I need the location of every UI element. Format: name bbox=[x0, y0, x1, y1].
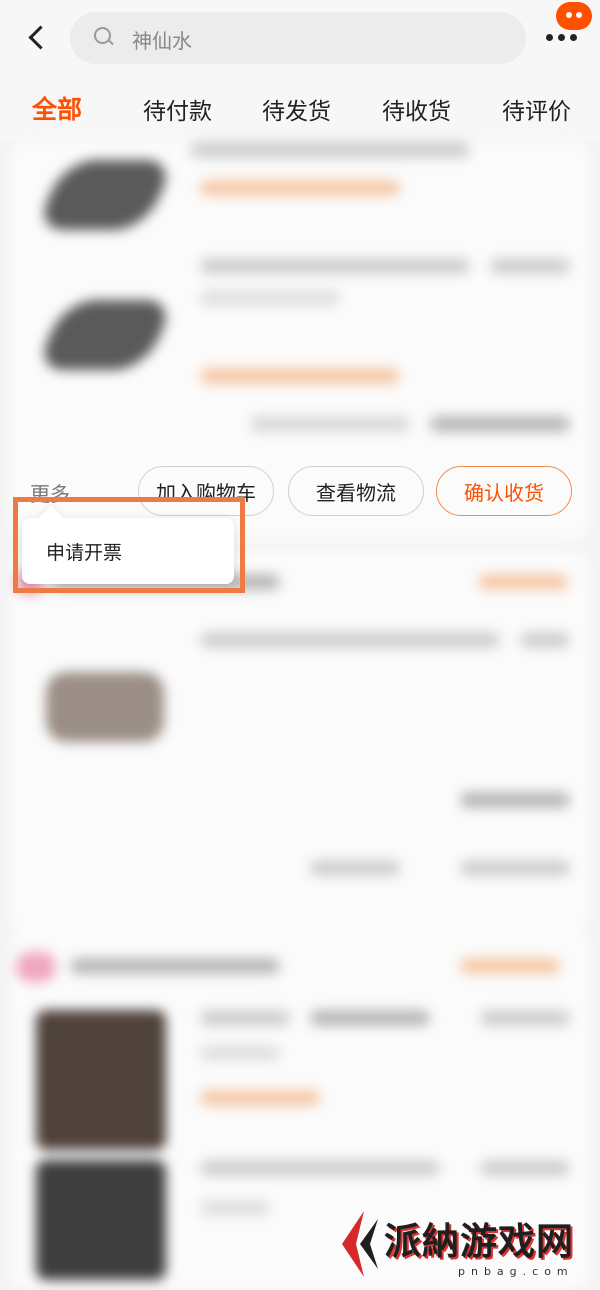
order-card-blurred bbox=[10, 552, 590, 932]
search-icon bbox=[94, 27, 112, 45]
watermark-url: pnbag.com bbox=[458, 1265, 574, 1278]
order-status-tabs: 全部 待付款 待发货 待收货 待评价 bbox=[0, 76, 600, 140]
watermark-text: 派納游戏网 bbox=[384, 1220, 574, 1263]
watermark-logo-icon bbox=[342, 1211, 378, 1277]
top-bar: 神仙水 bbox=[0, 0, 600, 76]
apply-invoice-menu-item[interactable]: 申请开票 bbox=[46, 538, 122, 565]
tab-pending-review[interactable]: 待评价 bbox=[502, 92, 571, 126]
search-bar[interactable]: 神仙水 bbox=[70, 12, 526, 64]
tab-pending-shipment[interactable]: 待发货 bbox=[262, 92, 331, 126]
add-to-cart-button[interactable]: 加入购物车 bbox=[138, 466, 274, 516]
back-arrow-icon[interactable] bbox=[18, 20, 58, 56]
tab-all[interactable]: 全部 bbox=[32, 90, 82, 126]
search-query[interactable]: 神仙水 bbox=[132, 25, 192, 54]
tab-pending-receipt[interactable]: 待收货 bbox=[382, 92, 451, 126]
confirm-receipt-button[interactable]: 确认收货 bbox=[436, 466, 572, 516]
site-watermark: 派納游戏网 pnbag.com bbox=[338, 1205, 600, 1285]
blurred-order-list bbox=[0, 140, 600, 1290]
more-actions-link[interactable]: 更多 bbox=[30, 478, 70, 507]
view-logistics-button[interactable]: 查看物流 bbox=[288, 466, 424, 516]
message-bubble-icon[interactable] bbox=[556, 2, 592, 30]
more-actions-menu: 申请开票 bbox=[22, 518, 234, 584]
tab-pending-payment[interactable]: 待付款 bbox=[143, 92, 212, 126]
